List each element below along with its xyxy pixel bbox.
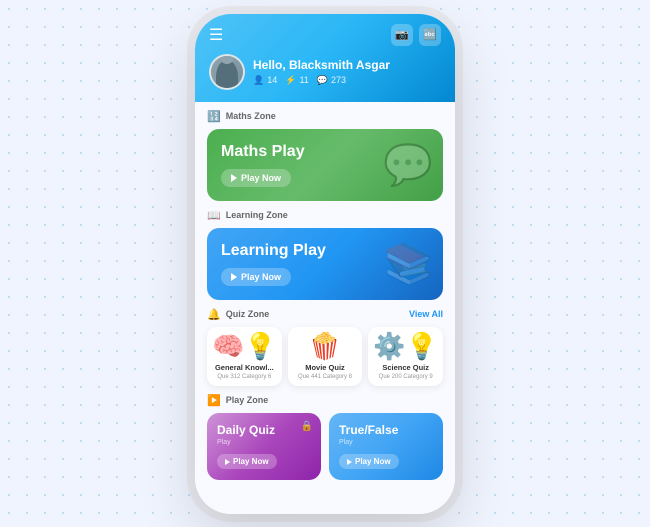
maths-play-button[interactable]: Play Now [221, 169, 291, 187]
play-triangle-icon-4 [347, 459, 352, 465]
daily-quiz-title: Daily Quiz [217, 423, 311, 437]
camera-icon[interactable]: 📷 [391, 24, 413, 46]
stat-followers: 👤 14 [253, 75, 277, 86]
general-quiz-title: General Knowl... [215, 363, 274, 372]
daily-quiz-sub: Play [217, 439, 311, 446]
true-false-title: True/False [339, 423, 433, 437]
maths-icon: 🔢 [207, 110, 221, 123]
stat-streak: ⚡ 11 [285, 75, 309, 86]
quiz-zone-header: 🔔 Quiz Zone View All [207, 308, 443, 321]
daily-quiz-play-button[interactable]: Play Now [217, 454, 277, 469]
stat-points: 💬 273 [317, 75, 346, 86]
daily-quiz-card[interactable]: 🔒 Daily Quiz Play Play Now [207, 413, 321, 480]
maths-play-card[interactable]: Maths Play Play Now 💬 [207, 129, 443, 201]
movie-quiz-title: Movie Quiz [305, 363, 345, 372]
lock-icon: 🔒 [301, 421, 313, 432]
true-false-sub: Play [339, 439, 433, 446]
translate-icon[interactable]: 🔤 [419, 24, 441, 46]
true-false-play-button[interactable]: Play Now [339, 454, 399, 469]
quiz-card-movie[interactable]: 🍿 Movie Quiz Que 441 Category 8 [288, 327, 363, 386]
learning-play-button[interactable]: Play Now [221, 268, 291, 286]
movie-quiz-emoji: 🍿 [309, 333, 341, 359]
quiz-cards-row: 🧠💡 General Knowl... Que 312 Category 6 🍿… [207, 327, 443, 386]
learning-zone-label: 📖 Learning Zone [207, 209, 443, 222]
app-header: ☰ 📷 🔤 Hello, Blacksmith Asgar 👤 [195, 14, 455, 102]
main-content: 🔢 Maths Zone Maths Play Play Now 💬 📖 Lea… [195, 102, 455, 514]
science-quiz-emoji: ⚙️💡 [373, 333, 438, 359]
quiz-zone-label: 🔔 Quiz Zone [207, 308, 269, 321]
quiz-card-science[interactable]: ⚙️💡 Science Quiz Que 200 Category 9 [368, 327, 443, 386]
play-triangle-icon [231, 174, 237, 182]
true-false-card[interactable]: True/False Play Play Now [329, 413, 443, 480]
hamburger-icon[interactable]: ☰ [209, 25, 223, 45]
learning-play-card[interactable]: Learning Play Play Now 📚 [207, 228, 443, 300]
play-zone-label: ▶️ Play Zone [207, 394, 443, 407]
science-quiz-title: Science Quiz [382, 363, 429, 372]
quiz-card-general[interactable]: 🧠💡 General Knowl... Que 312 Category 6 [207, 327, 282, 386]
maths-zone-label: 🔢 Maths Zone [207, 110, 443, 123]
play-zone-icon: ▶️ [207, 394, 221, 407]
play-cards-row: 🔒 Daily Quiz Play Play Now True/False Pl… [207, 413, 443, 480]
learning-icon: 📖 [207, 209, 221, 222]
play-triangle-icon-2 [231, 273, 237, 281]
movie-quiz-sub: Que 441 Category 8 [298, 374, 352, 380]
greeting-text: Hello, Blacksmith Asgar [253, 58, 390, 72]
view-all-button[interactable]: View All [409, 309, 443, 319]
maths-bg-icon: 💬 [383, 141, 433, 188]
phone-frame: ☰ 📷 🔤 Hello, Blacksmith Asgar 👤 [195, 14, 455, 514]
learning-bg-icon: 📚 [383, 240, 433, 287]
general-quiz-emoji: 🧠💡 [212, 333, 277, 359]
play-triangle-icon-3 [225, 459, 230, 465]
science-quiz-sub: Que 200 Category 9 [379, 374, 433, 380]
quiz-icon: 🔔 [207, 308, 221, 321]
avatar [209, 54, 245, 90]
general-quiz-sub: Que 312 Category 6 [217, 374, 271, 380]
